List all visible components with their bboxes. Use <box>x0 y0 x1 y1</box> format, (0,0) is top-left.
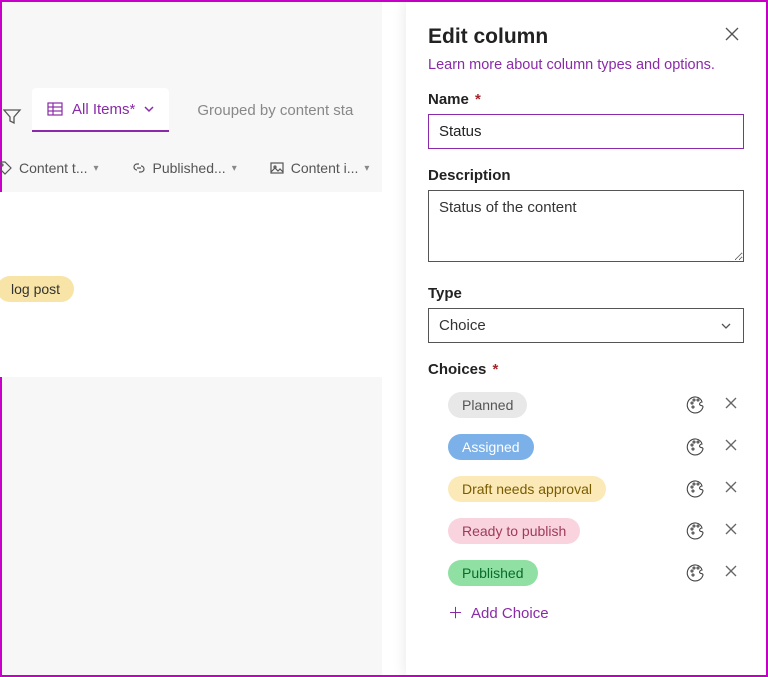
column-label: Published... <box>153 160 226 176</box>
plus-icon: ＋ <box>448 605 463 622</box>
list-icon <box>46 100 64 118</box>
choice-pill[interactable]: Ready to publish <box>448 518 580 544</box>
required-asterisk: * <box>475 91 481 108</box>
tag-icon <box>0 160 13 176</box>
edit-column-panel: Edit column Learn more about column type… <box>406 2 766 675</box>
description-label: Description <box>428 167 744 184</box>
type-select[interactable]: Choice <box>428 308 744 343</box>
add-choice-button[interactable]: ＋ Add Choice <box>448 602 744 623</box>
add-choice-label: Add Choice <box>471 605 549 622</box>
remove-choice-button[interactable] <box>724 522 738 540</box>
type-label: Type <box>428 285 744 302</box>
column-header-content-type[interactable]: Content t... ▾ <box>0 160 99 176</box>
choice-pill[interactable]: Draft needs approval <box>448 476 606 502</box>
description-field: Description <box>428 167 744 267</box>
chevron-down-icon: ▾ <box>232 163 237 174</box>
chevron-down-icon: ▾ <box>364 163 369 174</box>
remove-choice-button[interactable] <box>724 396 738 414</box>
name-field: Name * <box>428 91 744 149</box>
choices-list: Planned Assigned Draft needs approval Ready… <box>428 384 744 594</box>
choice-row: Assigned <box>428 426 744 468</box>
column-header-published[interactable]: Published... ▾ <box>131 160 237 176</box>
choice-actions <box>686 563 738 583</box>
name-input[interactable] <box>428 114 744 149</box>
close-icon <box>724 26 740 42</box>
palette-icon[interactable] <box>686 437 706 457</box>
column-label: Content t... <box>19 160 87 176</box>
chevron-down-icon: ▾ <box>93 163 98 174</box>
chevron-down-icon <box>719 319 733 333</box>
tab-label: All Items* <box>72 101 135 118</box>
palette-icon[interactable] <box>686 563 706 583</box>
link-icon <box>131 160 147 176</box>
column-headers: Content t... ▾ Published... ▾ Content i.… <box>0 160 369 176</box>
view-tabs: All Items* Grouped by content sta <box>32 88 353 132</box>
tab-all-items[interactable]: All Items* <box>32 88 169 132</box>
name-label-text: Name <box>428 91 469 108</box>
image-icon <box>269 160 285 176</box>
panel-header: Edit column <box>428 22 744 51</box>
filter-icon[interactable] <box>2 106 22 126</box>
choices-field: Choices * Planned Assigned Draft needs app… <box>428 361 744 623</box>
choice-pill[interactable]: Published <box>448 560 538 586</box>
grouped-by-label[interactable]: Grouped by content sta <box>197 102 353 119</box>
close-button[interactable] <box>720 22 744 51</box>
choice-actions <box>686 479 738 499</box>
content-type-pill: log post <box>0 276 74 302</box>
remove-choice-button[interactable] <box>724 480 738 498</box>
learn-more-link[interactable]: Learn more about column types and option… <box>428 57 744 73</box>
choice-pill[interactable]: Assigned <box>448 434 534 460</box>
choices-label-text: Choices <box>428 361 486 378</box>
choice-pill[interactable]: Planned <box>448 392 527 418</box>
choice-actions <box>686 395 738 415</box>
list-background: All Items* Grouped by content sta Conten… <box>2 2 382 675</box>
column-header-content-image[interactable]: Content i... ▾ <box>269 160 370 176</box>
palette-icon[interactable] <box>686 395 706 415</box>
choice-row: Published <box>428 552 744 594</box>
type-field: Type Choice <box>428 285 744 343</box>
remove-choice-button[interactable] <box>724 564 738 582</box>
required-asterisk: * <box>493 361 499 378</box>
choice-actions <box>686 521 738 541</box>
choice-row: Planned <box>428 384 744 426</box>
palette-icon[interactable] <box>686 479 706 499</box>
description-input[interactable] <box>428 190 744 262</box>
choice-row: Ready to publish <box>428 510 744 552</box>
name-label: Name * <box>428 91 744 108</box>
choice-row: Draft needs approval <box>428 468 744 510</box>
chevron-down-icon <box>143 103 155 115</box>
choices-label: Choices * <box>428 361 744 378</box>
remove-choice-button[interactable] <box>724 438 738 456</box>
type-value: Choice <box>439 317 486 334</box>
palette-icon[interactable] <box>686 521 706 541</box>
column-label: Content i... <box>291 160 359 176</box>
panel-title: Edit column <box>428 25 548 49</box>
choice-actions <box>686 437 738 457</box>
